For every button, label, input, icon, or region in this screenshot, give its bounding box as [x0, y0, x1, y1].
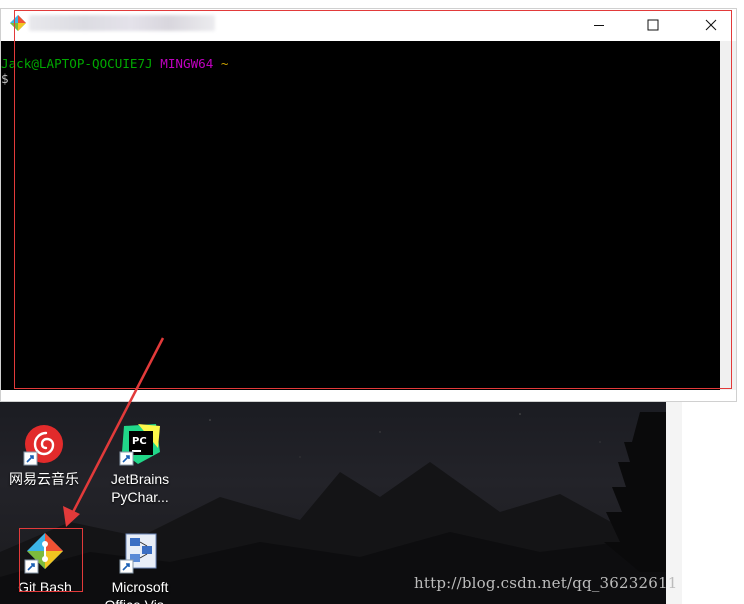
- annotation-arrow: [63, 337, 165, 527]
- arrow-head-icon: [63, 506, 80, 527]
- watermark-text: http://blog.csdn.net/qq_36232611: [414, 574, 678, 592]
